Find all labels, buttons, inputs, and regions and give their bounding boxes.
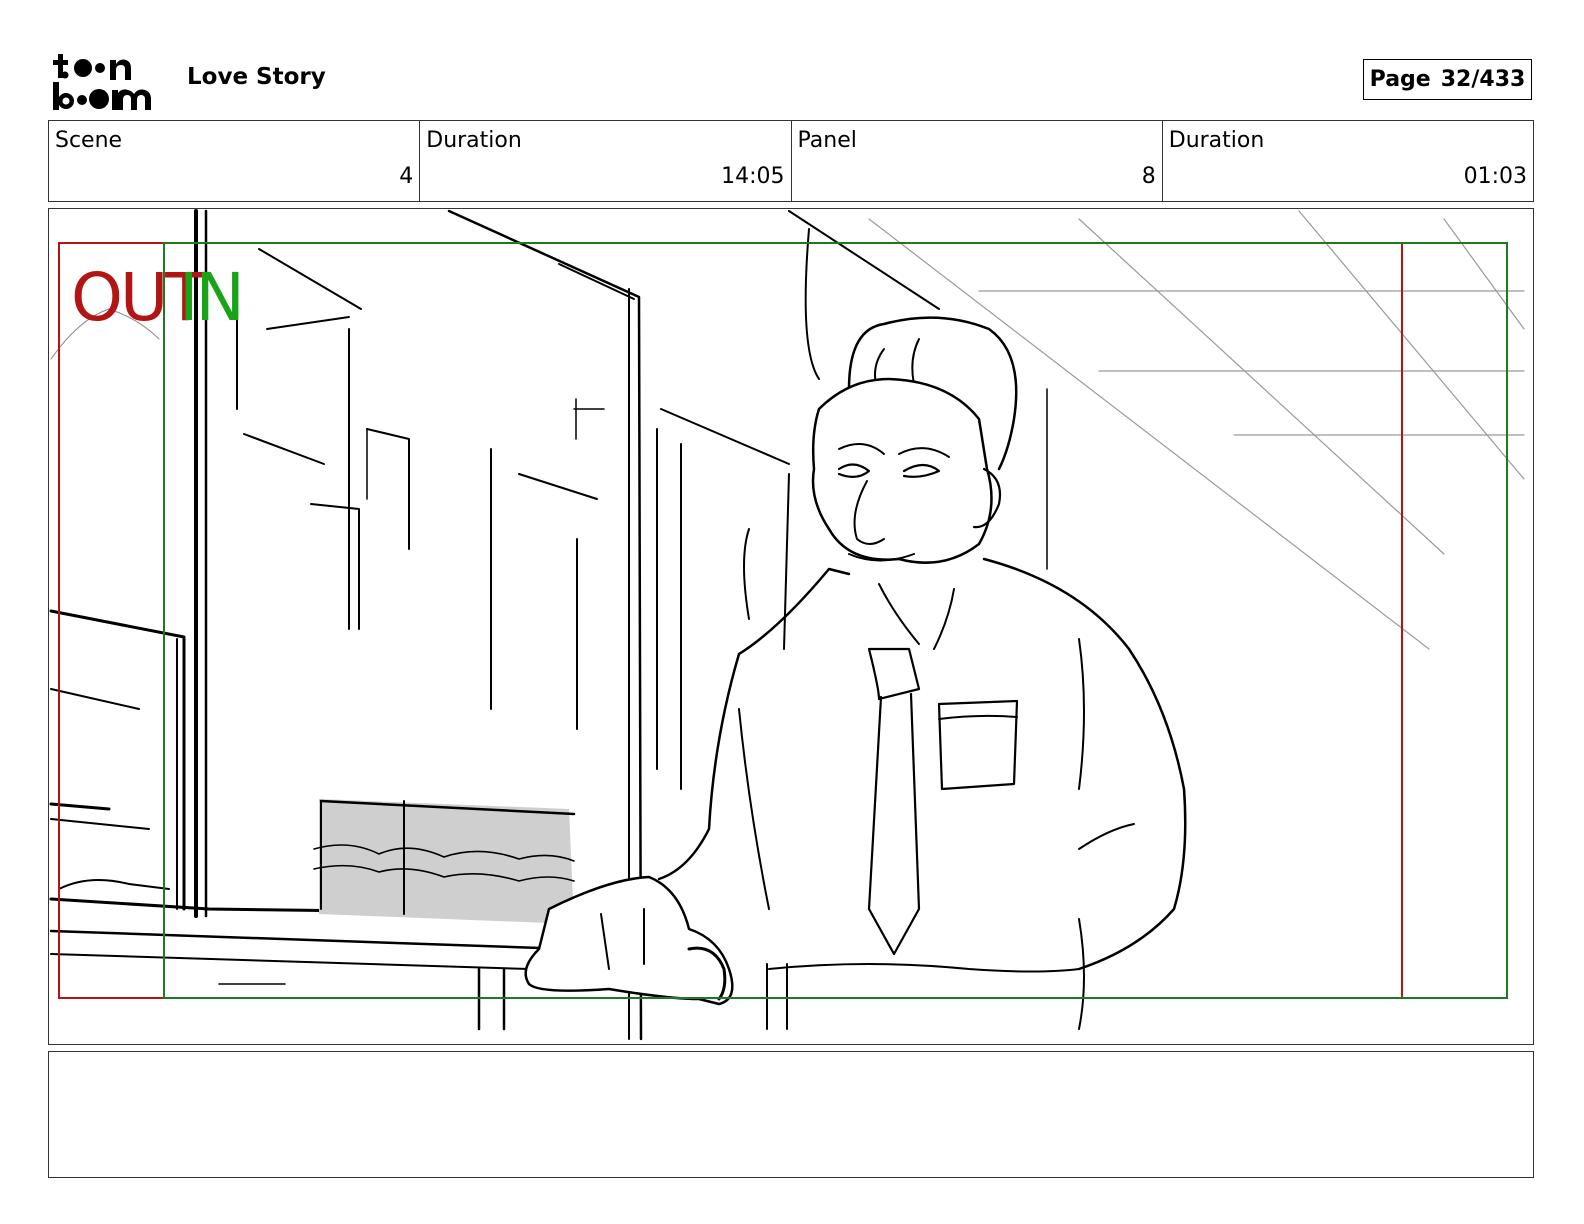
toon-boom-logo <box>52 52 164 112</box>
panel-sketch <box>49 209 1525 1041</box>
page-label: Page <box>1369 67 1431 92</box>
storyboard-panel: OUT IN <box>48 208 1534 1045</box>
page-indicator: Page 32/433 <box>1363 59 1532 100</box>
panel-duration-label: Duration <box>1168 128 1265 153</box>
panel-cell: Panel 8 <box>792 121 1163 201</box>
scene-value: 4 <box>399 164 414 189</box>
project-title: Love Story <box>187 64 326 90</box>
scene-cell: Scene 4 <box>49 121 421 201</box>
panel-label: Panel <box>797 128 857 153</box>
scene-duration-label: Duration <box>426 128 522 153</box>
scene-duration-cell: Duration 14:05 <box>420 121 792 201</box>
page-number: 32/433 <box>1440 67 1526 92</box>
panel-duration-cell: Duration 01:03 <box>1163 121 1533 201</box>
panel-duration-value: 01:03 <box>1463 164 1527 189</box>
scene-label: Scene <box>55 128 123 153</box>
scene-info-table: Scene 4 Duration 14:05 Panel 8 Duration … <box>48 120 1534 202</box>
panel-notes-box <box>48 1051 1534 1178</box>
scene-duration-value: 14:05 <box>721 164 785 189</box>
in-marker: IN <box>179 259 245 336</box>
panel-value: 8 <box>1141 164 1156 189</box>
